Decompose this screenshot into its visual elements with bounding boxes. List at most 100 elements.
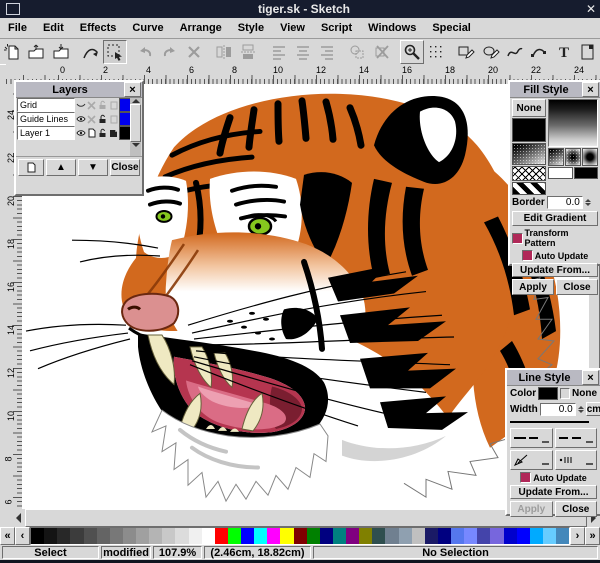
line-close-button[interactable]: Close bbox=[554, 501, 597, 517]
save-document-icon[interactable] bbox=[49, 40, 73, 64]
palette-swatch[interactable] bbox=[398, 528, 412, 544]
palette-swatch[interactable] bbox=[332, 528, 346, 544]
eye-closed-icon[interactable] bbox=[75, 99, 86, 111]
outline-icon[interactable] bbox=[108, 113, 119, 125]
layer-row-grid[interactable]: Grid bbox=[17, 98, 141, 112]
flip-horizontal-icon[interactable] bbox=[212, 40, 236, 64]
palette-swatch[interactable] bbox=[293, 528, 307, 544]
layers-panel-titlebar[interactable]: Layers × bbox=[16, 82, 142, 98]
align-left-icon[interactable] bbox=[266, 40, 290, 64]
menu-file[interactable]: File bbox=[0, 20, 35, 36]
palette-swatch[interactable] bbox=[122, 528, 136, 544]
layer-row-layer-1[interactable]: Layer 1 bbox=[17, 126, 141, 140]
palette-swatch[interactable] bbox=[109, 528, 123, 544]
palette-swatch[interactable] bbox=[70, 528, 84, 544]
line-width-field[interactable] bbox=[539, 402, 576, 416]
rectangle-tool-icon[interactable] bbox=[454, 40, 478, 64]
print-icon[interactable] bbox=[86, 99, 97, 111]
window-close-icon[interactable]: ✕ bbox=[582, 2, 600, 16]
transform-pattern-checkbox[interactable] bbox=[512, 232, 523, 244]
palette-swatch[interactable] bbox=[319, 528, 333, 544]
gradient-linear-thumb[interactable] bbox=[548, 148, 564, 166]
palette-swatch[interactable] bbox=[411, 528, 425, 544]
palette-swatch[interactable] bbox=[542, 528, 556, 544]
fill-update-from-button[interactable]: Update From... bbox=[512, 263, 598, 277]
palette-swatch[interactable] bbox=[385, 528, 399, 544]
align-center-icon[interactable] bbox=[291, 40, 315, 64]
palette-swatch[interactable] bbox=[556, 528, 570, 544]
fill-none-button[interactable]: None bbox=[512, 99, 546, 117]
snap-off-icon[interactable] bbox=[370, 40, 394, 64]
layer-name[interactable]: Layer 1 bbox=[17, 126, 75, 140]
line-width-spinner[interactable] bbox=[577, 405, 584, 413]
border-width-field[interactable] bbox=[546, 196, 583, 209]
palette-swatch[interactable] bbox=[372, 528, 386, 544]
eye-icon[interactable] bbox=[75, 127, 86, 139]
menu-arrange[interactable]: Arrange bbox=[172, 20, 230, 36]
unlock-icon[interactable] bbox=[97, 113, 108, 125]
palette-swatch[interactable] bbox=[503, 528, 517, 544]
palette-swatch[interactable] bbox=[359, 528, 373, 544]
menu-style[interactable]: Style bbox=[230, 20, 272, 36]
palette-swatch[interactable] bbox=[280, 528, 294, 544]
palette-swatch[interactable] bbox=[175, 528, 189, 544]
line-update-from-button[interactable]: Update From... bbox=[510, 485, 597, 499]
palette-swatch[interactable] bbox=[227, 528, 241, 544]
arrow-start-select[interactable] bbox=[510, 450, 553, 470]
palette-swatch[interactable] bbox=[162, 528, 176, 544]
fill-white-swatch[interactable] bbox=[548, 167, 573, 179]
line-unit-button[interactable]: cm bbox=[585, 402, 600, 416]
window-menu-icon[interactable] bbox=[6, 3, 20, 15]
image-tool-icon[interactable] bbox=[576, 40, 600, 64]
ellipse-tool-icon[interactable] bbox=[478, 40, 502, 64]
fill-close-button[interactable]: Close bbox=[556, 279, 598, 295]
horizontal-scroll-thumb[interactable] bbox=[25, 509, 587, 527]
delete-icon[interactable] bbox=[182, 40, 206, 64]
layers-close-button[interactable]: Close bbox=[110, 159, 140, 176]
palette-swatch[interactable] bbox=[188, 528, 202, 544]
menu-view[interactable]: View bbox=[272, 20, 313, 36]
palette-swatch[interactable] bbox=[96, 528, 110, 544]
palette-swatch[interactable] bbox=[254, 528, 268, 544]
layers-scroll-down-icon[interactable] bbox=[131, 143, 140, 147]
layer-name[interactable]: Grid bbox=[17, 98, 75, 112]
palette-swatch[interactable] bbox=[464, 528, 478, 544]
dash-style-select-2[interactable] bbox=[554, 428, 597, 448]
line-auto-update-checkbox[interactable] bbox=[520, 472, 532, 483]
undo-icon[interactable] bbox=[133, 40, 157, 64]
line-color-swatch[interactable] bbox=[538, 387, 559, 400]
palette-swatch[interactable] bbox=[267, 528, 281, 544]
fill-solid-swatch[interactable] bbox=[512, 118, 546, 142]
palette-scroll-left-button[interactable]: ‹ bbox=[15, 527, 30, 545]
menu-script[interactable]: Script bbox=[313, 20, 360, 36]
lock-icon[interactable] bbox=[97, 99, 108, 111]
palette-swatch[interactable] bbox=[516, 528, 530, 544]
layer-up-button[interactable]: ▲ bbox=[46, 159, 76, 176]
zoom-tool-icon[interactable] bbox=[399, 39, 424, 64]
scroll-left-icon[interactable] bbox=[12, 509, 25, 527]
fill-hatch-swatch[interactable] bbox=[512, 166, 546, 181]
open-document-icon[interactable] bbox=[24, 40, 48, 64]
eye-icon[interactable] bbox=[75, 113, 86, 125]
redo-icon[interactable] bbox=[158, 40, 182, 64]
menu-edit[interactable]: Edit bbox=[35, 20, 72, 36]
text-tool-icon[interactable]: T bbox=[551, 40, 575, 64]
new-layer-button[interactable] bbox=[18, 159, 44, 176]
menu-windows[interactable]: Windows bbox=[360, 20, 424, 36]
line-style-close-icon[interactable]: × bbox=[582, 370, 599, 385]
fill-black-swatch[interactable] bbox=[573, 167, 598, 179]
palette-swatch[interactable] bbox=[346, 528, 360, 544]
layers-scrollbar[interactable] bbox=[130, 98, 141, 156]
page-icon[interactable] bbox=[86, 127, 97, 139]
layers-close-icon[interactable]: × bbox=[124, 82, 141, 97]
align-right-icon[interactable] bbox=[315, 40, 339, 64]
fill-pattern-swatch[interactable] bbox=[512, 143, 546, 165]
border-spinner[interactable] bbox=[584, 199, 591, 206]
palette-swatch[interactable] bbox=[490, 528, 504, 544]
line-apply-button[interactable]: Apply bbox=[510, 501, 553, 517]
palette-swatch[interactable] bbox=[57, 528, 71, 544]
palette-swatch[interactable] bbox=[31, 528, 45, 544]
outline-icon[interactable] bbox=[108, 99, 119, 111]
unlock-icon[interactable] bbox=[97, 127, 108, 139]
layers-scroll-thumb[interactable] bbox=[130, 104, 141, 142]
